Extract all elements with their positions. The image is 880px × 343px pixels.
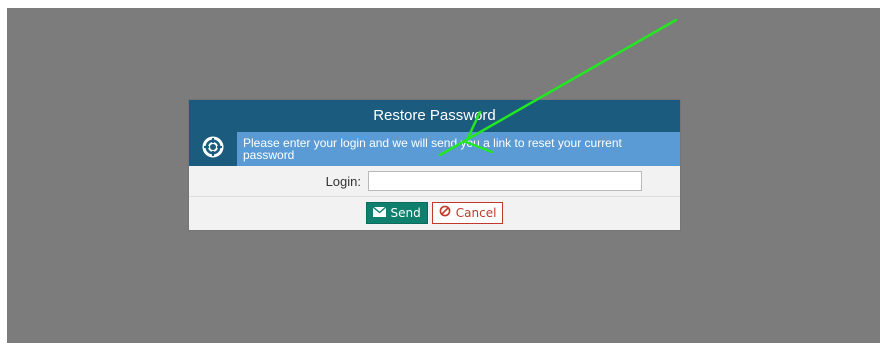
- login-row: Login:: [189, 166, 680, 197]
- cancel-label: Cancel: [455, 205, 497, 220]
- send-label: Send: [390, 205, 421, 220]
- info-icon-cell: [189, 132, 237, 166]
- cancel-button[interactable]: Cancel: [431, 201, 504, 224]
- login-input[interactable]: [368, 171, 642, 191]
- send-button[interactable]: Send: [365, 201, 428, 224]
- ban-icon: [439, 205, 451, 220]
- button-row: Send Cancel: [189, 197, 680, 228]
- info-text: Please enter your login and we will send…: [237, 132, 680, 166]
- envelope-icon: [372, 205, 386, 220]
- info-message: Please enter your login and we will send…: [189, 132, 680, 166]
- lifebuoy-icon: [202, 136, 224, 163]
- login-label: Login:: [325, 173, 361, 189]
- dialog-title: Restore Password: [189, 100, 680, 132]
- restore-password-dialog: Restore Password Please enter your login…: [189, 100, 680, 230]
